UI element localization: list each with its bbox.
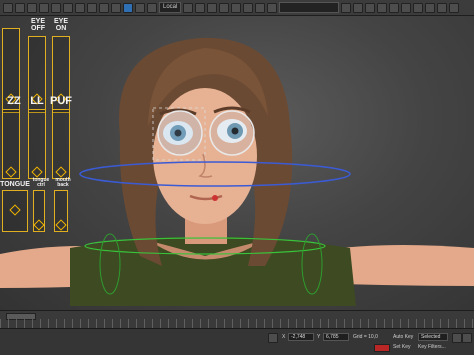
set-key-label[interactable]: Set Key bbox=[393, 344, 411, 350]
bind-icon[interactable] bbox=[51, 2, 61, 13]
layer-icon[interactable] bbox=[365, 2, 376, 13]
material-editor-icon[interactable] bbox=[413, 2, 424, 13]
keyboard-shortcut-icon[interactable] bbox=[207, 2, 218, 13]
graphite-icon[interactable] bbox=[377, 2, 388, 13]
y-label: Y bbox=[317, 334, 321, 340]
rect-select-icon[interactable] bbox=[99, 2, 109, 13]
key-filters-button[interactable]: Key Filters... bbox=[418, 344, 446, 350]
named-selection-dropdown[interactable] bbox=[279, 2, 340, 13]
right-eye-control bbox=[209, 110, 255, 156]
mirror-icon[interactable] bbox=[341, 2, 352, 13]
timeline-trackbar[interactable] bbox=[0, 310, 474, 328]
play-icon[interactable] bbox=[452, 333, 462, 343]
grid-readout: Grid = 10,0 bbox=[353, 334, 378, 340]
tongue-label: TONGUE bbox=[0, 181, 30, 188]
snap-icon[interactable] bbox=[219, 2, 230, 13]
x-coordinate-field[interactable]: -2,748 bbox=[288, 333, 314, 341]
schematic-view-icon[interactable] bbox=[401, 2, 412, 13]
set-key-button[interactable] bbox=[374, 344, 390, 352]
right-arm bbox=[340, 245, 474, 286]
filter-icon[interactable] bbox=[63, 2, 73, 13]
percent-snap-icon[interactable] bbox=[243, 2, 254, 13]
scale-icon[interactable] bbox=[147, 2, 157, 13]
pivot-icon[interactable] bbox=[183, 2, 194, 13]
select-icon[interactable] bbox=[75, 2, 85, 13]
next-frame-icon[interactable] bbox=[462, 333, 472, 343]
facial-rig-panel: EYE OFF EYE ON ZZ LL PUF TONGUE tongue ct… bbox=[0, 16, 76, 236]
rotate-icon[interactable] bbox=[135, 2, 145, 13]
window-crossing-icon[interactable] bbox=[111, 2, 121, 13]
status-bar: X -2,748 Y 6,785 Grid = 10,0 Auto Key Se… bbox=[0, 328, 474, 355]
mouth-back-label: mouth back bbox=[55, 177, 71, 188]
redo-icon[interactable] bbox=[15, 2, 25, 13]
align-icon[interactable] bbox=[353, 2, 364, 13]
eye-off-label: EYE OFF bbox=[30, 18, 45, 32]
select-by-name-icon[interactable] bbox=[87, 2, 97, 13]
render-frame-icon[interactable] bbox=[437, 2, 448, 13]
edit-named-selection-icon[interactable] bbox=[267, 2, 278, 13]
render-icon[interactable] bbox=[449, 2, 460, 13]
render-setup-icon[interactable] bbox=[425, 2, 436, 13]
ll-label: LL bbox=[30, 95, 44, 107]
left-eye-control bbox=[157, 110, 203, 156]
eye-on-label: EYE ON bbox=[53, 18, 68, 32]
lock-selection-icon[interactable] bbox=[268, 333, 278, 343]
spinner-snap-icon[interactable] bbox=[255, 2, 266, 13]
puf-label: PUF bbox=[50, 95, 72, 107]
zz-label: ZZ bbox=[7, 95, 21, 107]
angle-snap-icon[interactable] bbox=[231, 2, 242, 13]
move-icon[interactable] bbox=[123, 2, 133, 13]
link-icon[interactable] bbox=[27, 2, 37, 13]
auto-key-label[interactable]: Auto Key bbox=[393, 334, 413, 340]
undo-icon[interactable] bbox=[3, 2, 13, 13]
curve-editor-icon[interactable] bbox=[389, 2, 400, 13]
tongue-sub-label: tongue ctrl bbox=[32, 177, 50, 188]
perspective-viewport[interactable]: EYE OFF EYE ON ZZ LL PUF TONGUE tongue ct… bbox=[0, 16, 474, 310]
main-toolbar: Local bbox=[0, 0, 474, 16]
timeline-ticks bbox=[0, 319, 474, 328]
manipulate-icon[interactable] bbox=[195, 2, 206, 13]
key-mode-dropdown[interactable]: Selected bbox=[418, 333, 448, 341]
x-label: X bbox=[282, 334, 286, 340]
sweater bbox=[70, 237, 356, 306]
unlink-icon[interactable] bbox=[39, 2, 49, 13]
reference-coordinate-dropdown[interactable]: Local bbox=[159, 2, 182, 13]
y-coordinate-field[interactable]: 6,785 bbox=[323, 333, 349, 341]
